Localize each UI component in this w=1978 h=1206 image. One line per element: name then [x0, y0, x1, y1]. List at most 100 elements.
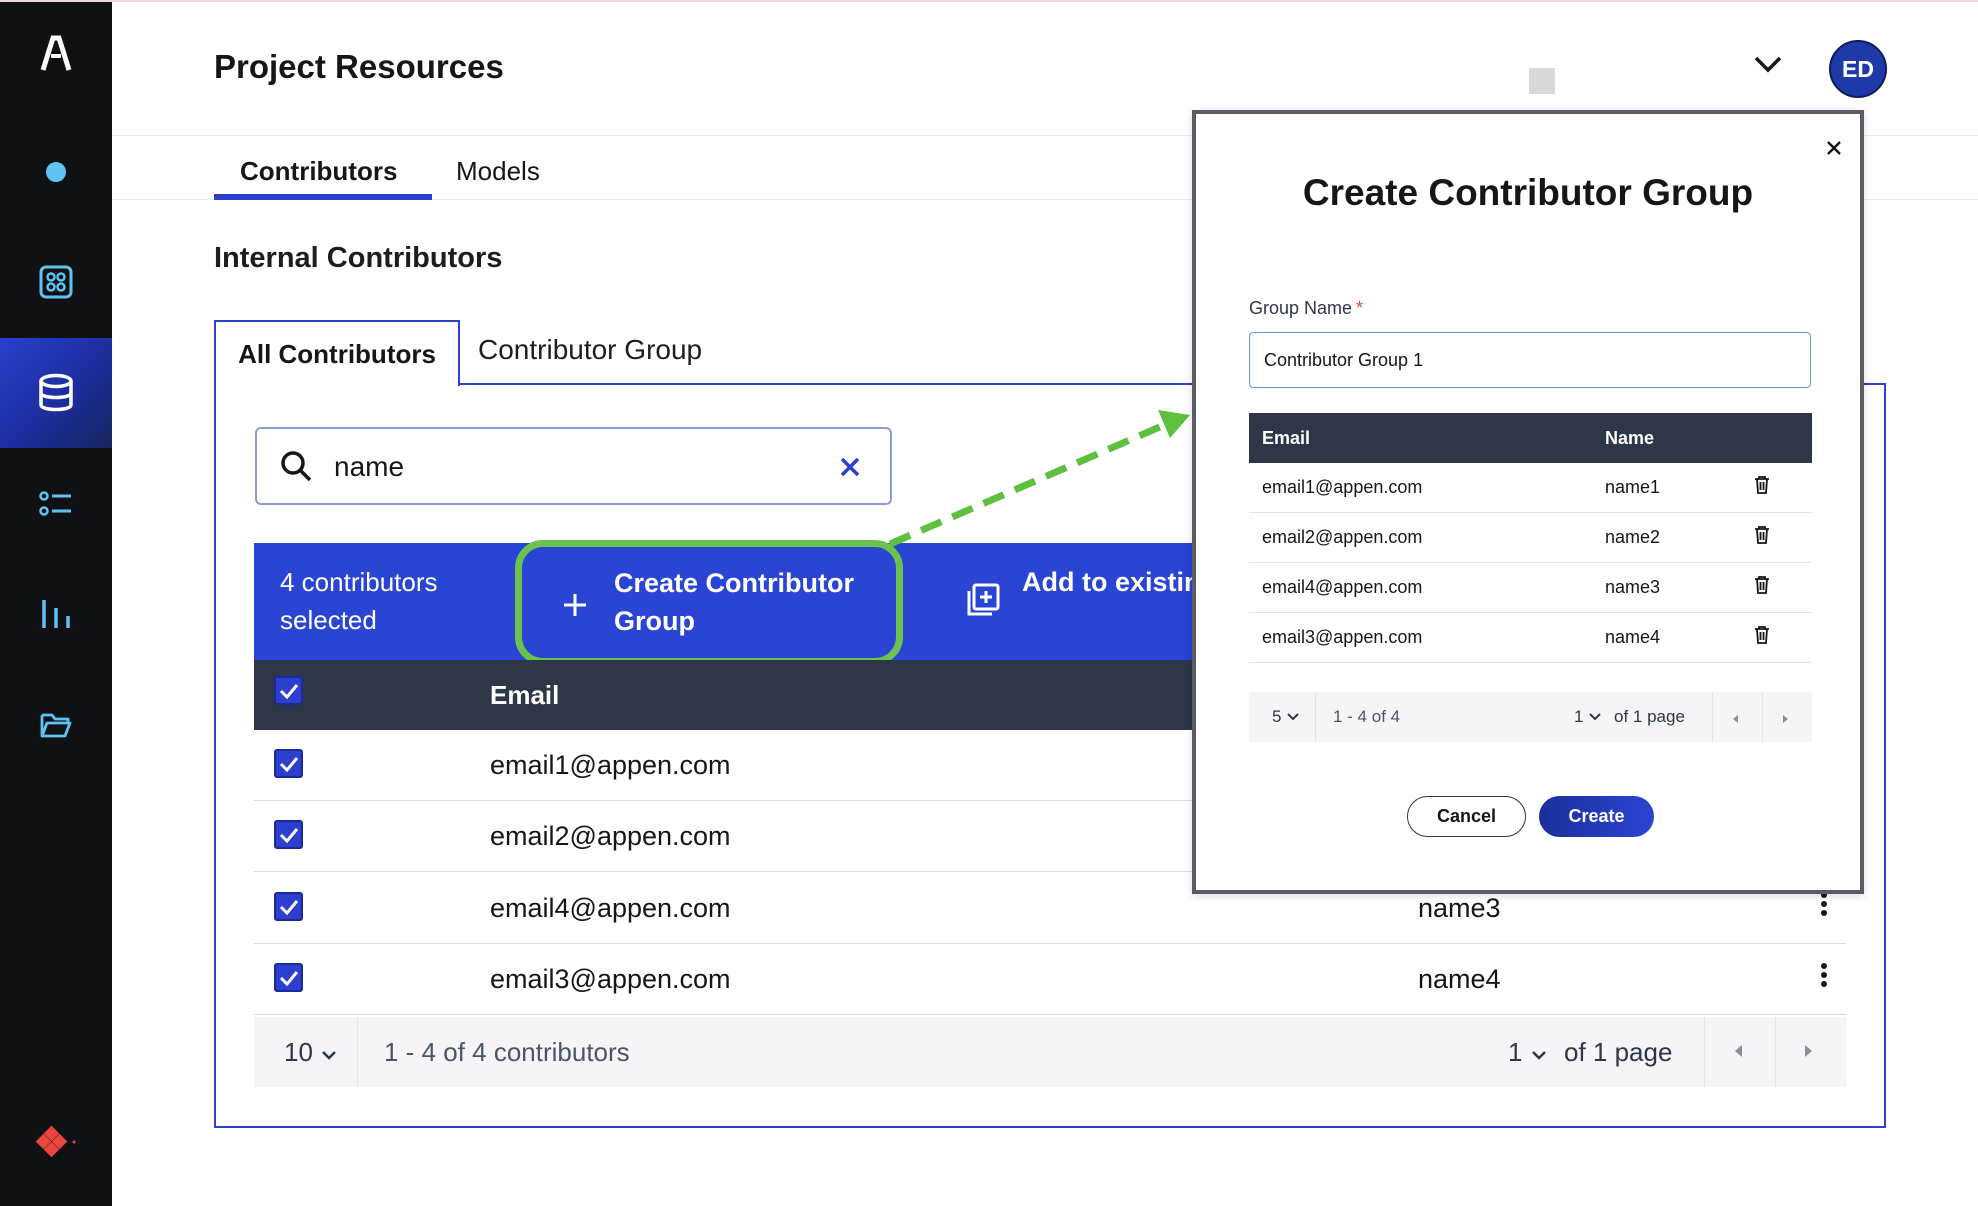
tab-contributors[interactable]: Contributors — [240, 156, 397, 187]
row-name: name4 — [1605, 627, 1661, 647]
page-select[interactable]: 1 — [1508, 1037, 1548, 1068]
trash-icon[interactable] — [1754, 475, 1770, 500]
arrow-left-icon[interactable] — [1733, 1044, 1743, 1063]
row-checkbox[interactable] — [274, 749, 303, 778]
account-menu-button[interactable] — [1748, 50, 1788, 82]
clear-icon[interactable] — [837, 454, 863, 485]
dialog-title: Create Contributor Group — [1302, 172, 1754, 213]
select-all-checkbox[interactable] — [274, 676, 303, 705]
row-name: name2 — [1605, 527, 1661, 547]
create-contributor-group-label: Create Contributor Group — [614, 568, 855, 636]
pager-total-pages: of 1 page — [1564, 1037, 1673, 1067]
placeholder-square — [1529, 68, 1555, 94]
dialog-table-row: email1@appen.com name1 — [1249, 463, 1812, 513]
row-email: email3@appen.com — [490, 964, 731, 994]
page-select[interactable]: 1 — [1574, 707, 1602, 727]
dialog-table-row: email3@appen.com name4 — [1249, 613, 1812, 663]
row-checkbox[interactable] — [274, 963, 303, 992]
table-header: Email — [254, 660, 1194, 730]
close-icon[interactable] — [1826, 140, 1842, 161]
table-pagination: 10 1 - 4 of 4 contributors 1 of 1 page — [254, 1017, 1846, 1087]
group-name-field[interactable]: Contributor Group 1 — [1249, 332, 1811, 388]
row-email: email1@appen.com — [490, 750, 731, 780]
sidebar-item-reports[interactable] — [0, 559, 112, 669]
column-name: Name — [1605, 428, 1655, 448]
row-name: name3 — [1605, 577, 1661, 597]
arrow-right-icon[interactable] — [1782, 711, 1789, 729]
dialog-table-header: Email Name — [1249, 413, 1812, 463]
column-email: Email — [1262, 428, 1311, 448]
trash-icon[interactable] — [1754, 525, 1770, 550]
column-email[interactable]: Email — [490, 680, 559, 711]
dialog-pagination: 5 1 - 4 of 4 1 of 1 page — [1249, 692, 1812, 742]
pager-range: 1 - 4 of 4 contributors — [384, 1037, 630, 1067]
avatar[interactable]: ED — [1829, 40, 1887, 98]
page-size-select[interactable]: 10 — [284, 1037, 338, 1068]
chevron-down-icon — [1754, 56, 1782, 73]
list-icon — [39, 491, 71, 516]
brand-diamond-icon — [0, 1087, 112, 1197]
search-icon — [279, 449, 313, 488]
search-input[interactable]: name — [255, 427, 892, 505]
selected-count: 4 contributors selected — [280, 567, 438, 635]
create-button[interactable]: Create — [1539, 796, 1654, 837]
row-checkbox[interactable] — [274, 892, 303, 921]
chevron-down-icon — [1287, 713, 1299, 721]
pager-total-pages: of 1 page — [1614, 707, 1685, 726]
trash-icon[interactable] — [1754, 575, 1770, 600]
row-email: email2@appen.com — [490, 821, 731, 851]
sidebar-item-tasks[interactable] — [0, 449, 112, 559]
pager-divider — [1775, 1017, 1776, 1087]
chevron-down-icon — [1589, 713, 1601, 721]
arrow-left-icon[interactable] — [1732, 711, 1739, 729]
row-email: email4@appen.com — [1262, 577, 1423, 597]
row-email: email3@appen.com — [1262, 627, 1423, 647]
logo-a-icon[interactable] — [38, 34, 74, 77]
dialog-table-row: email2@appen.com name2 — [1249, 513, 1812, 563]
row-email: email2@appen.com — [1262, 527, 1423, 547]
page-title: Project Resources — [214, 48, 504, 85]
add-to-group-icon[interactable] — [965, 582, 1001, 623]
row-email: email1@appen.com — [1262, 477, 1423, 497]
table-row[interactable]: email3@appen.com name4 — [254, 944, 1846, 1015]
dialog-table-row: email4@appen.com name3 — [1249, 563, 1812, 613]
kebab-icon[interactable] — [1820, 891, 1828, 922]
row-checkbox[interactable] — [274, 820, 303, 849]
arrow-right-icon[interactable] — [1804, 1044, 1814, 1063]
trash-icon[interactable] — [1754, 625, 1770, 650]
pager-divider — [1315, 692, 1316, 742]
folder-icon — [40, 713, 72, 738]
sidebar-item-resources[interactable] — [0, 338, 112, 448]
subtab-contributor-group[interactable]: Contributor Group — [478, 334, 702, 366]
subtab-all-contributors[interactable]: All Contributors — [214, 320, 460, 386]
section-title: Internal Contributors — [214, 242, 503, 274]
row-name: name1 — [1605, 477, 1661, 497]
pager-divider — [1762, 692, 1763, 742]
kebab-icon[interactable] — [1820, 962, 1828, 993]
add-to-existing-group-button[interactable]: Add to existing Group — [1022, 563, 1194, 601]
row-name: name3 — [1418, 893, 1501, 923]
search-value: name — [334, 451, 405, 482]
database-icon — [39, 373, 73, 412]
sidebar-item-files[interactable] — [0, 670, 112, 780]
pager-divider — [1712, 692, 1713, 742]
page-size-select[interactable]: 5 — [1272, 707, 1300, 727]
group-name-label: Group Name * — [1249, 298, 1364, 318]
pager-divider — [1704, 1017, 1705, 1087]
chevron-down-icon — [1531, 1051, 1546, 1060]
sidebar-item-home[interactable] — [0, 117, 112, 227]
chevron-down-icon — [322, 1051, 337, 1060]
row-name: name4 — [1418, 964, 1501, 994]
chart-icon — [42, 600, 70, 628]
cancel-button[interactable]: Cancel — [1407, 796, 1526, 837]
pager-range: 1 - 4 of 4 — [1333, 707, 1401, 726]
pager-divider — [357, 1017, 358, 1087]
active-tab-indicator — [214, 194, 432, 200]
sidebar-item-projects[interactable] — [0, 227, 112, 337]
grid-icon — [39, 265, 73, 299]
plus-icon — [562, 592, 588, 623]
row-email: email4@appen.com — [490, 893, 731, 923]
sidebar — [0, 2, 112, 1206]
create-contributor-group-button[interactable]: Create Contributor Group — [515, 540, 903, 665]
tab-models[interactable]: Models — [456, 156, 540, 187]
